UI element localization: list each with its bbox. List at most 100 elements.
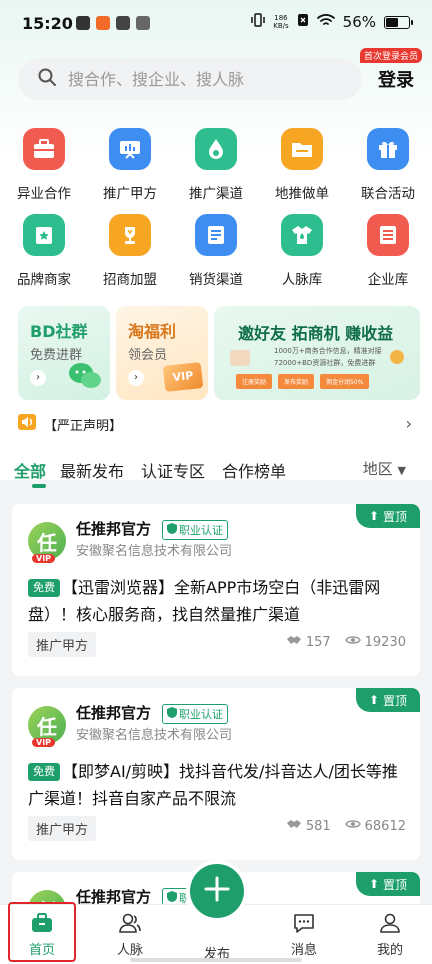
status-bar: 15:20 186 KB/s 56% [0,0,432,48]
handshake-stat: 581 [286,818,331,834]
tab-all[interactable]: 全部 [14,458,46,482]
invite-line2: 72000+BD资源社群，免费进群 [274,359,376,367]
category-item[interactable]: 地推做单 [259,128,345,202]
post-stats: 157 19230 [286,634,406,650]
pinned-label: 置顶 [383,877,408,892]
search-bar[interactable] [18,58,362,100]
views-count: 68612 [364,818,406,834]
handshake-count: 157 [305,634,331,650]
author-name[interactable]: 任推邦官方 [76,518,151,539]
drop-icon [195,128,237,170]
post-text: 【即梦AI/剪映】找抖音代发/抖音达人/团长等推广渠道！抖音自家产品不限流 [28,762,398,808]
certification-badge: 职业认证 [162,520,228,540]
net-speed: 186 KB/s [273,14,288,30]
contacts-icon [100,913,160,935]
handshake-stat: 157 [286,634,331,650]
nav-mine[interactable]: 我的 [360,913,420,958]
category-item[interactable]: 品牌商家 [1,214,87,288]
home-highlight-box [8,902,76,962]
region-label: 地区 [362,460,393,478]
battery-icon [384,15,413,29]
certification-label: 职业认证 [179,524,223,537]
taofuli-card[interactable]: 淘福利 领会员 › VIP [116,306,208,400]
invite-friends-card[interactable]: 邀好友 拓商机 赚收益 1000万+商务合作信息，精准对接 72000+BD资源… [214,306,420,400]
category-item[interactable]: 推广渠道 [173,128,259,202]
category-item[interactable]: 企业库 [345,214,431,288]
category-label: 地推做单 [275,186,329,202]
folder-icon [281,128,323,170]
bd-group-card[interactable]: BD社群 免费进群 › [18,306,110,400]
category-tag[interactable]: 推广甲方 [28,632,97,657]
category-label: 推广渠道 [189,186,243,202]
category-label: 招商加盟 [103,272,157,288]
tab-latest[interactable]: 最新发布 [60,458,124,482]
category-item[interactable]: 销货渠道 [173,214,259,288]
search-icon [38,68,56,90]
promo-title: 淘福利 [128,322,177,341]
company-name: 安徽聚名信息技术有限公司 [76,544,233,559]
net-speed-value: 186 [274,14,288,22]
shield-icon [167,523,177,537]
tab-certified[interactable]: 认证专区 [141,458,205,482]
vip-tag: VIP [32,554,56,563]
announcement-bar[interactable]: 【严正声明】 › [18,412,414,436]
home-indicator [130,958,302,962]
region-filter[interactable]: 地区 ▼ [363,458,406,479]
app-notification-icon [76,16,90,30]
shirt-icon [281,214,323,256]
invite-title: 邀好友 拓商机 赚收益 [238,324,394,343]
vibrate-icon [251,13,265,31]
battery-level [386,17,399,27]
chevron-right-icon: › [128,370,144,386]
invite-step: 注册奖励 [236,374,273,389]
free-tag: 免费 [28,763,60,781]
speaker-icon [18,414,36,434]
category-item[interactable]: 招商加盟 [87,214,173,288]
upload-icon: ⬆ [368,877,380,891]
battery-percent: 56% [342,13,376,31]
nav-messages[interactable]: 消息 [274,913,334,958]
avatar[interactable]: 任 VIP [28,522,70,566]
nav-mine-label: 我的 [376,943,403,958]
free-tag: 免费 [28,579,60,597]
category-label: 推广甲方 [103,186,157,202]
avatar[interactable]: 任 VIP [28,706,70,750]
chevron-right-icon: › [30,370,46,386]
pinned-badge: ⬆ 置顶 [356,688,420,712]
login-button[interactable]: 登录 [378,66,414,92]
category-tag[interactable]: 推广甲方 [28,816,97,841]
category-item[interactable]: 异业合作 [1,128,87,202]
post-card[interactable]: ⬆ 置顶 任 VIP 任推邦官方 职业认证 安徽聚名信息技术有限公司 免费 【即梦… [12,688,420,860]
coin-icon [390,350,404,364]
publish-button[interactable] [190,864,244,918]
search-input[interactable] [68,69,338,89]
user-icon [360,913,420,935]
upload-icon: ⬆ [368,693,380,707]
login-promo-badge: 首次登录会员 [359,48,422,63]
promo-subtitle: 领会员 [128,348,168,363]
status-right: 186 KB/s 56% [251,13,413,31]
category-label: 企业库 [367,272,409,288]
upload-icon: ⬆ [368,509,380,523]
feed-tabs: 全部 最新发布 认证专区 合作榜单 地区 ▼ [14,458,418,488]
certification-badge: 职业认证 [162,704,228,724]
shield-icon [167,891,177,905]
app-notification-icon [96,16,110,30]
post-card[interactable]: ⬆ 置顶 任 VIP 任推邦官方 职业认证 安徽聚名信息技术有限公司 免费 【迅雷… [12,504,420,676]
status-time: 15:20 [22,14,73,33]
promo-title: BD社群 [30,322,88,341]
category-item[interactable]: 联合活动 [345,128,431,202]
author-name[interactable]: 任推邦官方 [76,702,151,723]
eye-icon [344,634,361,650]
tab-ranking[interactable]: 合作榜单 [222,458,286,482]
pinned-label: 置顶 [383,509,408,524]
category-item[interactable]: 推广甲方 [87,128,173,202]
nav-contacts[interactable]: 人脉 [100,913,160,958]
vip-tag: VIP [32,738,56,747]
promo-subtitle: 免费进群 [30,348,83,363]
vip-label: VIP [171,368,194,385]
category-item[interactable]: 人脉库 [259,214,345,288]
gift-icon [367,128,409,170]
pinned-badge: ⬆ 置顶 [356,872,420,896]
app-notification-icon [136,16,150,30]
